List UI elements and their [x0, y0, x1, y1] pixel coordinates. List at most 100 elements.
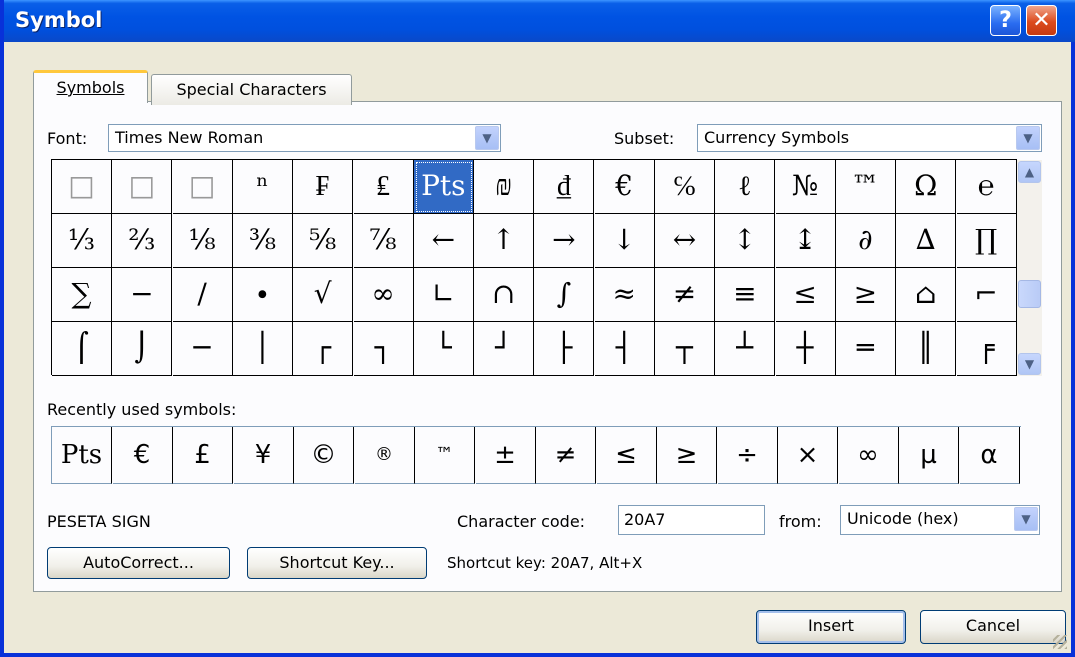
recent-symbol[interactable]: Pts — [52, 427, 112, 484]
shortcut-key-button[interactable]: Shortcut Key... — [247, 547, 427, 579]
symbol-cell[interactable]: ┼ — [775, 322, 836, 376]
recent-symbol[interactable]: ÷ — [717, 427, 778, 484]
from-dropdown[interactable]: Unicode (hex) ▼ — [840, 505, 1040, 535]
recent-symbol[interactable]: ¥ — [233, 427, 294, 484]
symbol-cell[interactable]: − — [112, 268, 173, 322]
symbol-cell[interactable]: ₣ — [293, 160, 354, 214]
symbol-cell[interactable]: ↓ — [594, 214, 655, 268]
recent-symbol[interactable]: ∞ — [838, 427, 899, 484]
help-button[interactable]: ? — [990, 5, 1021, 36]
symbol-cell[interactable]: ⅝ — [293, 214, 354, 268]
chevron-down-icon[interactable]: ▼ — [1014, 507, 1038, 531]
symbol-cell[interactable]: ⅓ — [52, 214, 112, 268]
symbol-cell[interactable]: ∟ — [413, 268, 474, 322]
cancel-button[interactable]: Cancel — [920, 610, 1066, 644]
symbol-cell[interactable]: ⌠ — [52, 322, 112, 376]
symbol-cell[interactable]: ™ — [835, 160, 896, 214]
tab-symbols[interactable]: Symbols — [33, 70, 148, 103]
symbol-cell[interactable]: ⅜ — [232, 214, 293, 268]
recent-symbol[interactable]: ≤ — [596, 427, 657, 484]
symbol-cell[interactable]: ┐ — [353, 322, 414, 376]
character-code-input[interactable]: 20A7 — [618, 505, 765, 535]
close-button[interactable]: ✕ — [1026, 5, 1057, 36]
symbol-cell[interactable]: ┬ — [655, 322, 715, 376]
symbol-cell[interactable]: Ω — [896, 160, 957, 214]
symbol-cell[interactable]: □ — [52, 160, 112, 214]
symbol-cell[interactable]: □ — [112, 160, 173, 214]
symbol-cell[interactable]: ℓ — [715, 160, 776, 214]
symbol-cell[interactable]: ∞ — [353, 268, 414, 322]
recent-symbol[interactable]: ≥ — [657, 427, 717, 484]
symbol-cell[interactable]: ∆ — [896, 214, 957, 268]
symbol-cell[interactable]: ↑ — [474, 214, 535, 268]
symbol-cell[interactable]: ⅔ — [112, 214, 173, 268]
symbol-cell[interactable]: ⅛ — [172, 214, 233, 268]
symbol-cell[interactable]: ⌡ — [112, 322, 173, 376]
subset-dropdown[interactable]: Currency Symbols ▼ — [697, 124, 1042, 152]
symbol-cell[interactable]: ≡ — [715, 268, 776, 322]
recent-symbol[interactable]: € — [112, 427, 173, 484]
symbol-cell[interactable]: Pts — [413, 160, 474, 214]
recent-symbol[interactable]: © — [294, 427, 354, 484]
title-bar[interactable]: Symbol ? ✕ — [4, 0, 1075, 42]
symbol-cell[interactable]: ║ — [896, 322, 957, 376]
autocorrect-button[interactable]: AutoCorrect... — [47, 547, 230, 579]
recent-symbol[interactable]: µ — [899, 427, 959, 484]
symbol-cell[interactable]: ┌ — [293, 322, 354, 376]
symbol-cell[interactable]: ⅞ — [353, 214, 414, 268]
symbol-cell[interactable]: ⁿ — [232, 160, 293, 214]
symbol-cell[interactable]: ⌐ — [956, 268, 1017, 322]
symbol-cell[interactable]: ├ — [534, 322, 595, 376]
scrollbar-thumb[interactable] — [1018, 280, 1041, 308]
symbol-cell[interactable]: ∑ — [52, 268, 112, 322]
chevron-down-icon[interactable]: ▼ — [1016, 126, 1040, 150]
symbol-cell[interactable]: ∂ — [835, 214, 896, 268]
resize-gripper[interactable] — [1053, 635, 1067, 649]
symbol-cell[interactable]: ∫ — [534, 268, 595, 322]
symbol-cell[interactable]: ≈ — [594, 268, 655, 322]
symbol-cell[interactable]: ℮ — [956, 160, 1017, 214]
symbol-cell[interactable]: → — [534, 214, 595, 268]
symbol-cell[interactable]: ₪ — [474, 160, 535, 214]
symbol-cell[interactable]: ∙ — [232, 268, 293, 322]
recent-symbol[interactable]: £ — [173, 427, 233, 484]
symbol-cell[interactable]: ─ — [172, 322, 233, 376]
symbol-cell[interactable]: ≠ — [655, 268, 715, 322]
symbol-grid-scrollbar[interactable]: ▲ ▼ — [1017, 160, 1042, 376]
symbol-cell[interactable]: ∏ — [956, 214, 1017, 268]
chevron-up-icon[interactable]: ▲ — [1018, 161, 1041, 183]
symbol-cell[interactable]: € — [594, 160, 655, 214]
recent-symbol[interactable]: ™ — [415, 427, 475, 484]
symbol-cell[interactable]: ═ — [835, 322, 896, 376]
recent-symbol[interactable]: ± — [475, 427, 536, 484]
symbol-cell[interactable]: ← — [413, 214, 474, 268]
symbol-cell[interactable]: ┴ — [715, 322, 776, 376]
insert-button[interactable]: Insert — [756, 610, 906, 644]
symbol-cell[interactable]: № — [775, 160, 836, 214]
symbol-cell[interactable]: └ — [413, 322, 474, 376]
symbol-cell[interactable]: ℅ — [655, 160, 715, 214]
symbol-cell[interactable]: √ — [293, 268, 354, 322]
symbol-cell[interactable]: ∩ — [474, 268, 535, 322]
recent-symbol[interactable]: ≠ — [536, 427, 596, 484]
font-dropdown[interactable]: Times New Roman ▼ — [108, 124, 501, 152]
symbol-cell[interactable]: ₤ — [353, 160, 414, 214]
symbol-cell[interactable]: ┤ — [594, 322, 655, 376]
recent-symbol[interactable]: ® — [354, 427, 415, 484]
symbol-cell[interactable]: ╒ — [956, 322, 1017, 376]
symbol-cell[interactable]: ≥ — [835, 268, 896, 322]
chevron-down-icon[interactable]: ▼ — [1018, 353, 1041, 375]
symbol-cell[interactable]: ↔ — [655, 214, 715, 268]
symbol-cell[interactable]: ₫ — [534, 160, 595, 214]
tab-special-characters[interactable]: Special Characters — [151, 74, 352, 105]
symbol-cell[interactable]: ┘ — [474, 322, 535, 376]
symbol-cell[interactable]: ⌂ — [896, 268, 957, 322]
symbol-cell[interactable]: ≤ — [775, 268, 836, 322]
symbol-cell[interactable]: ↨ — [775, 214, 836, 268]
recent-symbol[interactable]: × — [778, 427, 838, 484]
symbol-cell[interactable]: ∕ — [172, 268, 233, 322]
symbol-cell[interactable]: ↕ — [715, 214, 776, 268]
chevron-down-icon[interactable]: ▼ — [475, 126, 499, 150]
symbol-cell[interactable]: □ — [172, 160, 233, 214]
symbol-cell[interactable]: │ — [232, 322, 293, 376]
